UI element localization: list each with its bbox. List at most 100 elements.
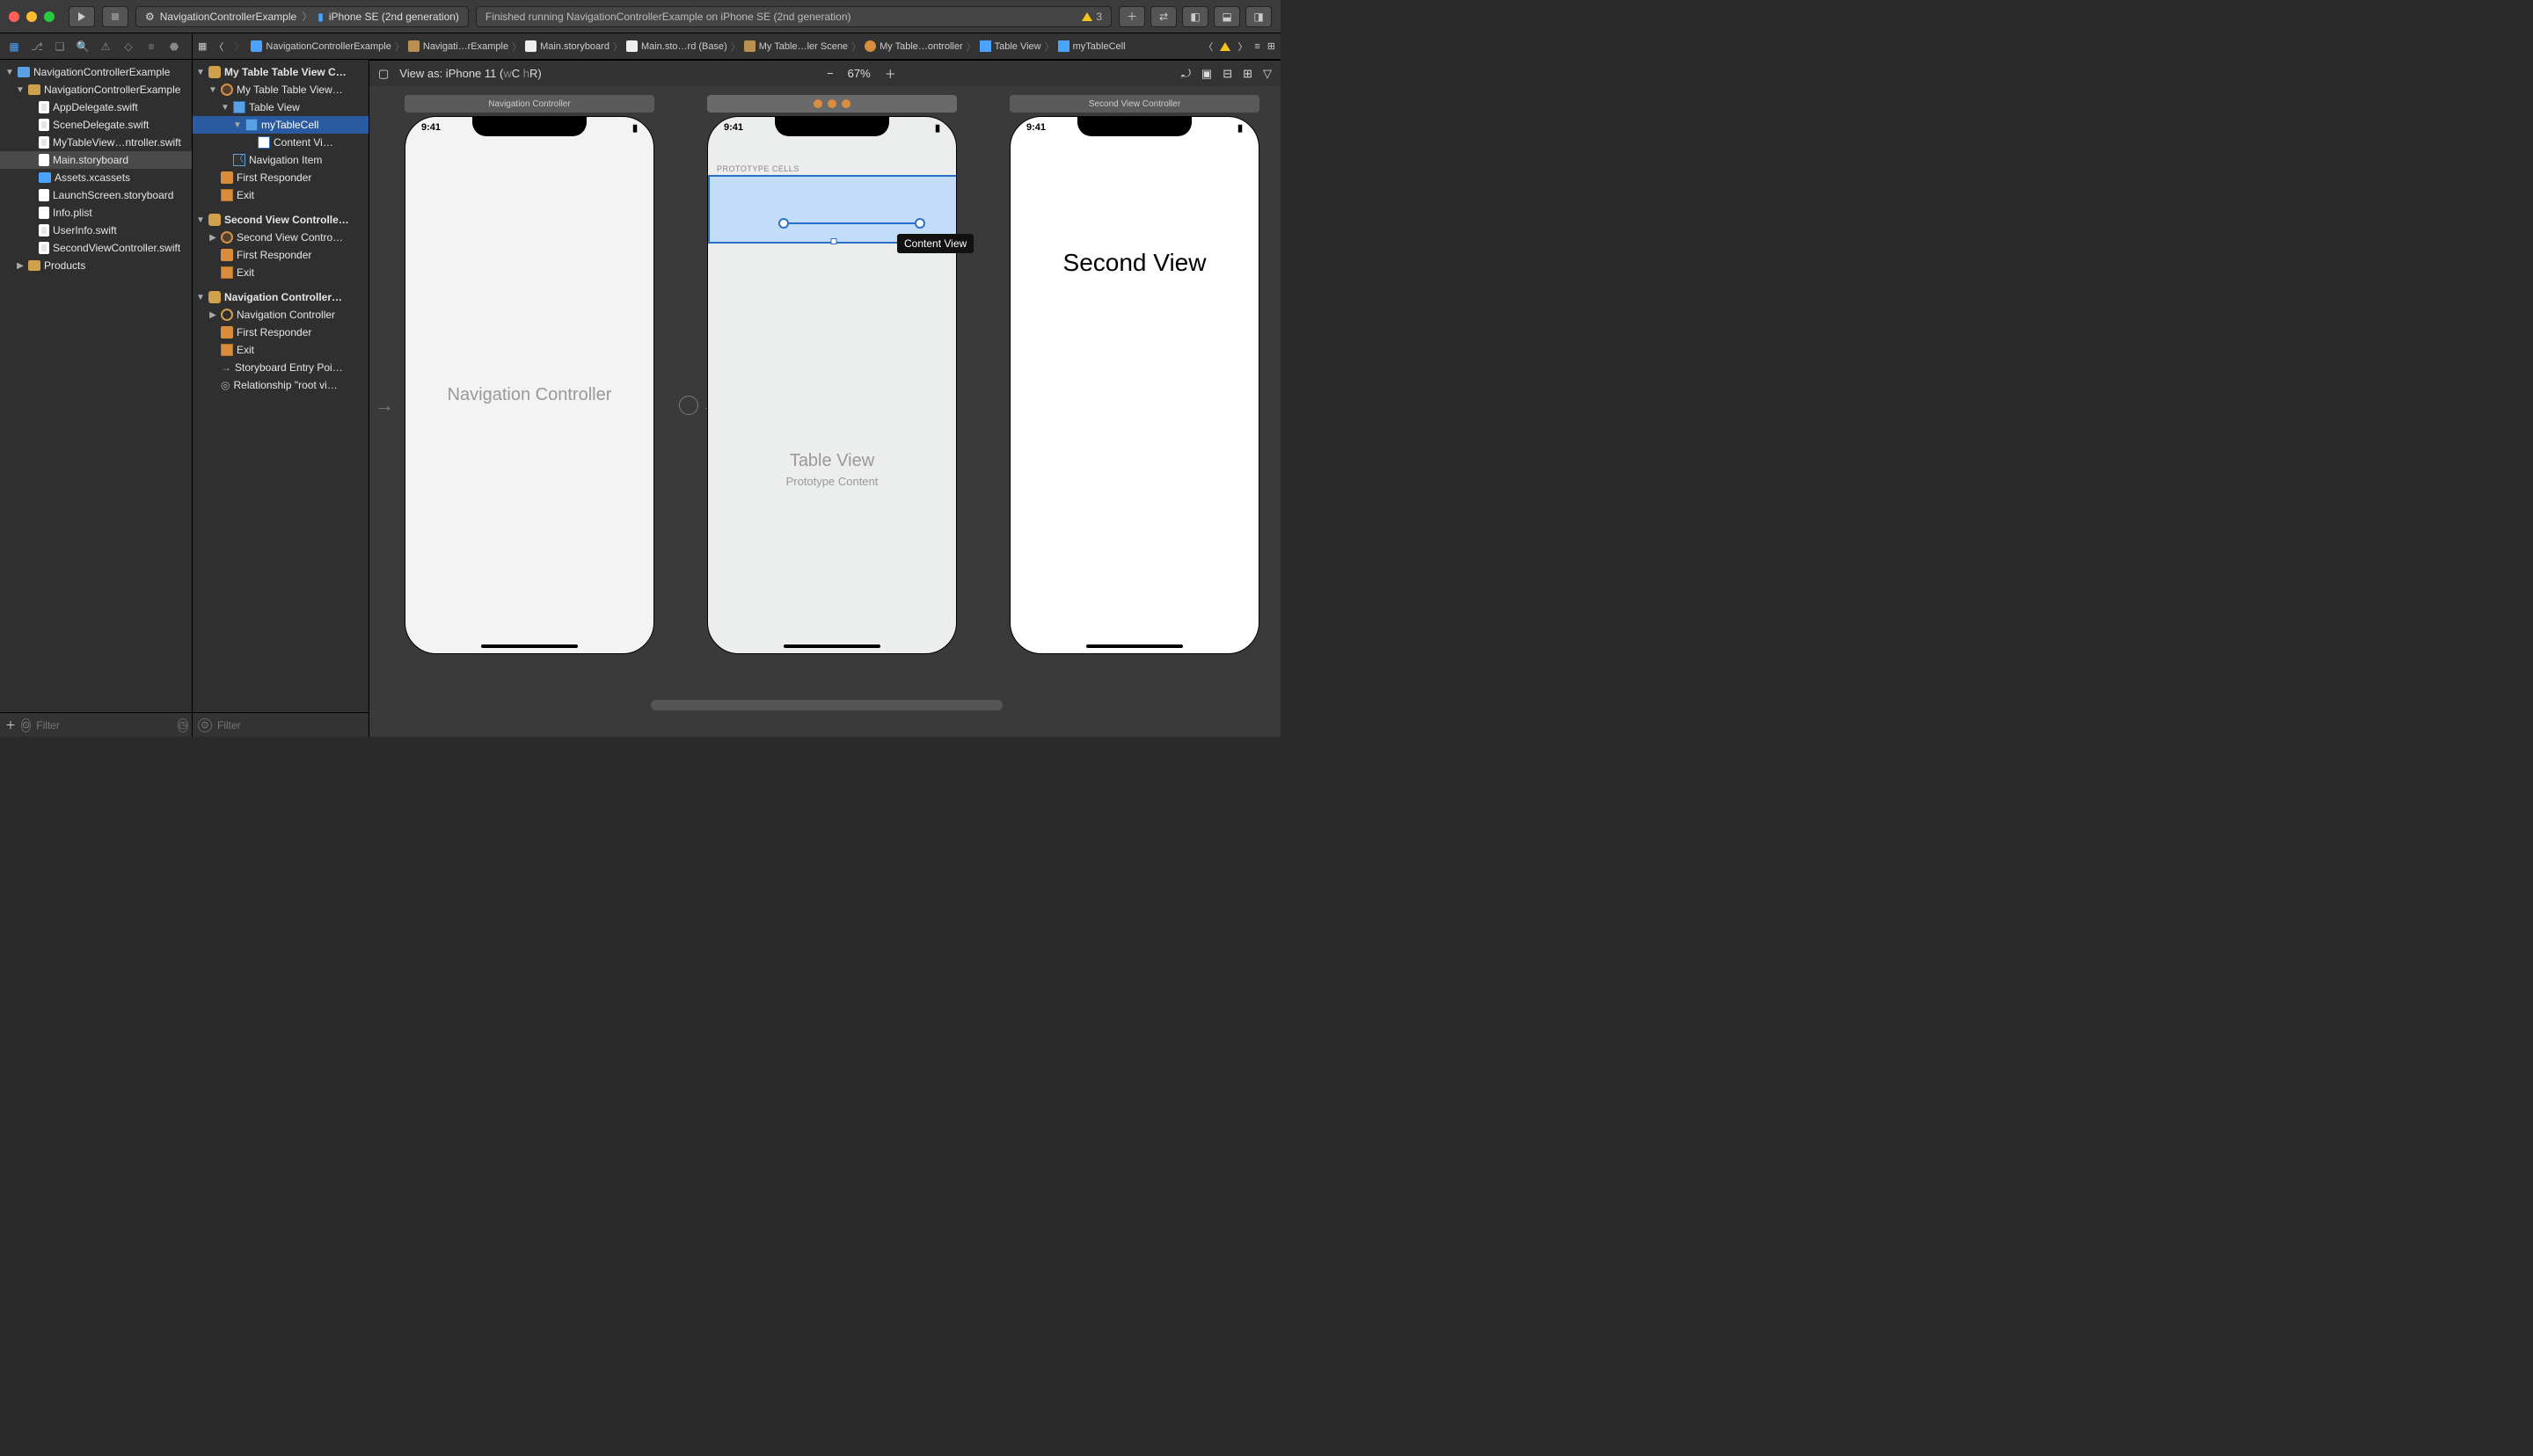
breadcrumb-item[interactable]: NavigationControllerExample: [251, 40, 391, 52]
warnings-badge[interactable]: 3: [1082, 11, 1102, 23]
tree-row-file[interactable]: MyTableView…ntroller.swift: [0, 134, 192, 151]
view-icon: [980, 40, 991, 52]
tree-row-file[interactable]: UserInfo.swift: [0, 222, 192, 239]
phone-icon: ▮: [318, 11, 324, 23]
scene-tableview-controller[interactable]: 9:41▮ Title PROTOTYPE CELLS Table View P…: [707, 95, 957, 654]
home-indicator: [481, 644, 578, 648]
go-forward-button[interactable]: 〉: [230, 40, 247, 54]
outline-firstresponder[interactable]: First Responder: [193, 246, 369, 264]
minimize-window-button[interactable]: [26, 11, 37, 22]
library-button[interactable]: ＋: [1119, 6, 1145, 27]
outline-cell-selected[interactable]: ▼myTableCell: [193, 116, 369, 134]
scheme-device: iPhone SE (2nd generation): [329, 11, 459, 23]
scheme-selector[interactable]: ⚙︎ NavigationControllerExample 〉 ▮ iPhon…: [135, 6, 469, 27]
run-button[interactable]: [69, 6, 95, 27]
zoom-window-button[interactable]: [44, 11, 55, 22]
tree-row-project[interactable]: ▼NavigationControllerExample: [0, 63, 192, 81]
adjust-editor-button[interactable]: ≡: [1254, 41, 1259, 52]
device-notch: [472, 117, 587, 136]
project-icon: [251, 40, 262, 52]
code-review-button[interactable]: ⇄: [1150, 6, 1177, 27]
activity-status[interactable]: Finished running NavigationControllerExa…: [476, 6, 1112, 27]
swift-file-icon: [39, 101, 49, 113]
outline-scene[interactable]: ▼Second View Controlle…: [193, 211, 369, 229]
breadcrumb-item[interactable]: Main.storyboard: [525, 40, 610, 52]
second-view-label[interactable]: Second View: [1011, 249, 1259, 277]
jump-next-button[interactable]: 〉: [1237, 40, 1247, 54]
tree-row-products[interactable]: ▶Products: [0, 257, 192, 274]
close-window-button[interactable]: [9, 11, 19, 22]
outline-exit[interactable]: Exit: [193, 341, 369, 359]
go-back-button[interactable]: 〈: [210, 40, 227, 54]
scene-second-view-controller[interactable]: Second View Controller 9:41▮ Second View: [1010, 95, 1259, 654]
scene-title-bar[interactable]: Navigation Controller: [405, 95, 654, 113]
add-editor-button[interactable]: ⊞: [1267, 40, 1275, 52]
source-control-navigator-tab[interactable]: ⎇: [30, 40, 44, 54]
breadcrumb-item[interactable]: Main.sto…rd (Base): [626, 40, 727, 52]
outline-scene[interactable]: ▼Navigation Controller…: [193, 288, 369, 306]
related-items-button[interactable]: ▦: [198, 40, 207, 52]
outline-firstresponder[interactable]: First Responder: [193, 324, 369, 341]
outline-tableview[interactable]: ▼Table View: [193, 98, 369, 116]
outline-firstresponder[interactable]: First Responder: [193, 169, 369, 186]
filter-scope-button[interactable]: ⊙: [21, 718, 31, 732]
add-button[interactable]: ＋: [5, 717, 16, 732]
scene-navigation-controller[interactable]: Navigation Controller 9:41▮ Navigation C…: [405, 95, 654, 654]
outline-vc[interactable]: ▶Navigation Controller: [193, 306, 369, 324]
outline-filter-input[interactable]: [217, 719, 363, 732]
horizontal-scrollbar[interactable]: [651, 700, 1003, 710]
plist-file-icon: [39, 207, 49, 219]
outline-entrypoint[interactable]: →Storyboard Entry Poi…: [193, 359, 369, 376]
breadcrumb-item[interactable]: Navigati…rExample: [408, 40, 508, 52]
outline-vc[interactable]: ▶Second View Contro…: [193, 229, 369, 246]
outline-exit[interactable]: Exit: [193, 264, 369, 281]
scene-title-bar[interactable]: Second View Controller: [1010, 95, 1259, 113]
outline-contentview[interactable]: Content Vi…: [193, 134, 369, 151]
breadcrumb-item[interactable]: My Table…ler Scene: [744, 40, 848, 52]
tree-row-group[interactable]: ▼NavigationControllerExample: [0, 81, 192, 98]
filter-input[interactable]: [36, 719, 172, 732]
outline-relationship[interactable]: ◎Relationship "root vi…: [193, 376, 369, 394]
interface-builder-canvas[interactable]: → → Navigation Controller 9:41▮ Navigati…: [369, 60, 1281, 737]
outline-navitem[interactable]: 〈Navigation Item: [193, 151, 369, 169]
debug-navigator-tab[interactable]: ≡: [144, 40, 158, 54]
scene-title-bar-selected[interactable]: [707, 95, 957, 113]
swift-file-icon: [39, 119, 49, 131]
toggle-left-panel-button[interactable]: ◧: [1182, 6, 1208, 27]
breakpoint-navigator-tab[interactable]: ⬣: [167, 40, 181, 54]
test-navigator-tab[interactable]: ◇: [121, 40, 135, 54]
stop-icon: [112, 13, 119, 20]
navcontroller-placeholder-label: Navigation Controller: [405, 385, 653, 405]
constraint-line[interactable]: [784, 222, 920, 224]
tree-row-file[interactable]: AppDelegate.swift: [0, 98, 192, 116]
outline-scene[interactable]: ▼My Table Table View C…: [193, 63, 369, 81]
breadcrumb-item[interactable]: Table View: [980, 40, 1041, 52]
stop-button[interactable]: [102, 6, 128, 27]
tree-row-file-selected[interactable]: Main.storyboard: [0, 151, 192, 169]
status-battery-icon: ▮: [1237, 122, 1243, 134]
recent-filter-button[interactable]: ◷: [178, 718, 188, 732]
symbol-navigator-tab[interactable]: ❑: [53, 40, 67, 54]
project-navigator-tab[interactable]: ▦: [7, 40, 21, 54]
toggle-right-panel-button[interactable]: ◨: [1245, 6, 1272, 27]
find-navigator-tab[interactable]: 🔍: [76, 40, 90, 54]
tree-row-file[interactable]: SceneDelegate.swift: [0, 116, 192, 134]
tree-row-file[interactable]: Info.plist: [0, 204, 192, 222]
tree-row-file[interactable]: Assets.xcassets: [0, 169, 192, 186]
tree-row-file[interactable]: LaunchScreen.storyboard: [0, 186, 192, 204]
filter-scope-button[interactable]: ⊙: [198, 718, 212, 732]
warning-icon[interactable]: [1220, 42, 1230, 51]
toggle-bottom-panel-button[interactable]: ⬓: [1214, 6, 1240, 27]
firstresponder-icon: [221, 171, 233, 184]
folder-icon: [408, 40, 420, 52]
breadcrumb-item[interactable]: myTableCell: [1058, 40, 1126, 52]
issue-navigator-tab[interactable]: ⚠: [99, 40, 113, 54]
outline-exit[interactable]: Exit: [193, 186, 369, 204]
breadcrumb-item[interactable]: My Table…ontroller: [865, 40, 963, 52]
assets-icon: [39, 172, 51, 183]
outline-vc[interactable]: ▼My Table Table View…: [193, 81, 369, 98]
storyboard-entry-arrow[interactable]: →: [375, 394, 394, 417]
jump-prev-button[interactable]: 〈: [1203, 40, 1213, 54]
resize-handle[interactable]: [830, 238, 836, 244]
tree-row-file[interactable]: SecondViewController.swift: [0, 239, 192, 257]
